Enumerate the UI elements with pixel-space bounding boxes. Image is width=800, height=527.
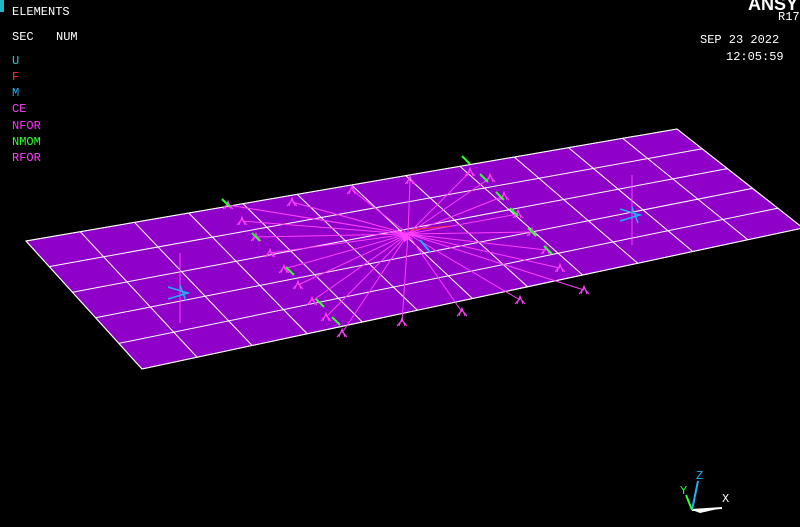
triad-z-axis xyxy=(691,480,699,511)
triad-y-label: Y xyxy=(680,484,688,498)
graphics-viewport[interactable]: ELEMENTS SEC NUM U F M CE NFOR NMOM RFOR… xyxy=(0,0,800,527)
triad-z-label: Z xyxy=(696,469,704,483)
triad-x-label: X xyxy=(722,492,730,506)
axis-triad xyxy=(685,480,723,513)
